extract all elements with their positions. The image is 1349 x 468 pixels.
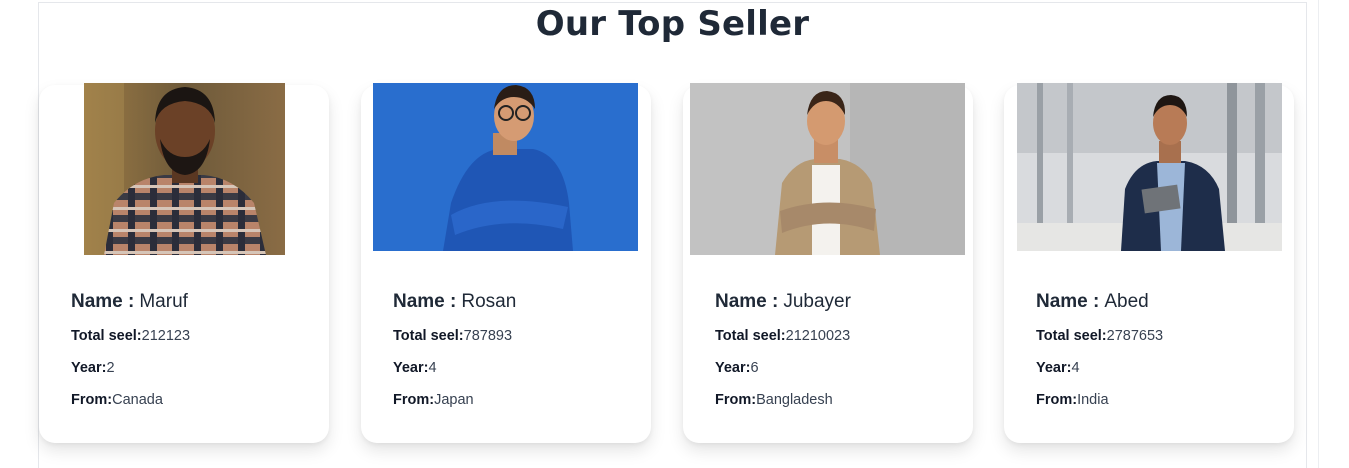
scrollbar-track[interactable] [1318,0,1319,468]
from-value: Canada [112,392,163,408]
from-row: From:Bangladesh [715,390,851,410]
year-row: Year:2 [71,358,190,378]
year-label: Year: [715,360,751,376]
from-row: From:Canada [71,390,190,410]
seller-photo [1017,83,1282,255]
total-sales-row: Total seel:787893 [393,326,516,346]
name-label: Name : [71,291,135,312]
total-sales-row: Total seel:212123 [71,326,190,346]
name-label: Name : [715,291,779,312]
seller-info: Name : Abed Total seel:2787653 Year:4 Fro… [1036,290,1163,410]
year-value: 6 [750,360,759,376]
from-row: From:India [1036,390,1163,410]
seller-name-row: Name : Maruf [71,290,190,314]
year-row: Year:4 [1036,358,1163,378]
year-value: 4 [428,360,437,376]
seller-name-row: Name : Rosan [393,290,516,314]
total-sales-value: 787893 [463,328,513,344]
total-sales-value: 21210023 [785,328,851,344]
year-label: Year: [1036,360,1072,376]
seller-photo [690,83,965,255]
total-sales-value: 2787653 [1106,328,1164,344]
total-sales-label: Total seel: [1036,328,1107,344]
total-sales-value: 212123 [141,328,191,344]
from-label: From: [715,392,757,408]
seller-info: Name : Jubayer Total seel:21210023 Year:6… [715,290,851,410]
year-label: Year: [393,360,429,376]
seller-photo [373,83,638,255]
from-label: From: [71,392,113,408]
seller-name: Abed [1104,291,1149,312]
total-sales-row: Total seel:2787653 [1036,326,1163,346]
seller-card-rosan: Name : Rosan Total seel:787893 Year:4 Fro… [361,83,651,443]
year-row: Year:6 [715,358,851,378]
seller-name: Maruf [139,291,188,312]
from-value: Bangladesh [756,392,833,408]
total-sales-label: Total seel: [71,328,142,344]
total-sales-row: Total seel:21210023 [715,326,851,346]
from-label: From: [393,392,435,408]
seller-name: Jubayer [783,291,851,312]
name-label: Name : [393,291,457,312]
from-value: Japan [434,392,474,408]
page-title: Our Top Seller [535,4,810,44]
seller-name-row: Name : Jubayer [715,290,851,314]
seller-info: Name : Maruf Total seel:212123 Year:2 Fro… [71,290,190,410]
seller-card-maruf: Name : Maruf Total seel:212123 Year:2 Fro… [39,83,329,443]
from-row: From:Japan [393,390,516,410]
seller-name-row: Name : Abed [1036,290,1163,314]
seller-card-jubayer: Name : Jubayer Total seel:21210023 Year:6… [683,83,973,443]
seller-name: Rosan [461,291,517,312]
seller-info: Name : Rosan Total seel:787893 Year:4 Fro… [393,290,516,410]
from-value: India [1077,392,1109,408]
year-value: 4 [1071,360,1080,376]
name-label: Name : [1036,291,1100,312]
total-sales-label: Total seel: [715,328,786,344]
year-row: Year:4 [393,358,516,378]
seller-card-abed: Name : Abed Total seel:2787653 Year:4 Fro… [1004,83,1294,443]
year-value: 2 [106,360,115,376]
year-label: Year: [71,360,107,376]
from-label: From: [1036,392,1078,408]
total-sales-label: Total seel: [393,328,464,344]
seller-photo [84,83,285,255]
